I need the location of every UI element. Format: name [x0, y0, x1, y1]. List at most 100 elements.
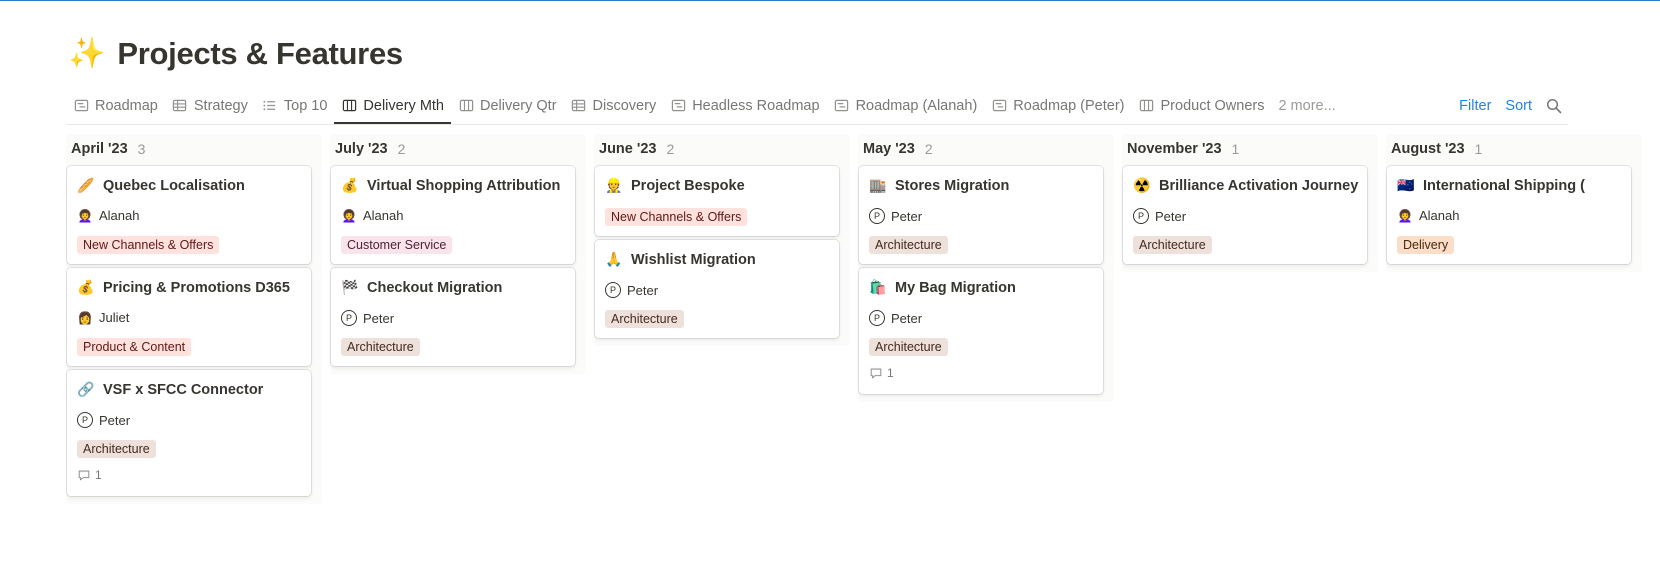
card-owner: P Peter: [77, 412, 130, 428]
owner-name: Juliet: [99, 310, 130, 325]
tab-delivery-mth[interactable]: Delivery Mth: [334, 88, 451, 124]
column-header[interactable]: November '23 1: [1122, 134, 1378, 164]
column-count: 2: [397, 141, 406, 157]
board-column-june-23: June '23 2 👷 Project Bespoke New Channels & …: [594, 134, 850, 346]
card-emoji-icon: 🔗: [77, 381, 95, 397]
avatar: 👩‍🦱: [77, 208, 93, 223]
tab-label: Roadmap: [95, 97, 158, 114]
column-title: November '23: [1127, 141, 1222, 157]
card-emoji-icon: 🏬: [869, 177, 887, 193]
card-title-row: 👷 Project Bespoke: [605, 177, 745, 194]
comment-count-value: 1: [887, 366, 894, 380]
column-header[interactable]: August '23 1: [1386, 134, 1642, 164]
board-card[interactable]: 💰 Pricing & Promotions D365 👩 Juliet Product…: [67, 268, 311, 366]
comment-count: 1: [869, 366, 894, 380]
owner-name: Peter: [1155, 208, 1187, 224]
board-card[interactable]: 👷 Project Bespoke New Channels & Offers: [595, 166, 839, 236]
card-title: Project Bespoke: [631, 177, 745, 194]
card-emoji-icon: 💰: [341, 177, 359, 193]
comment-icon: [78, 470, 90, 481]
avatar: P: [869, 208, 885, 224]
category-tag: Architecture: [77, 440, 156, 458]
column-header[interactable]: May '23 2: [858, 134, 1114, 164]
tab-label: Roadmap (Peter): [1013, 97, 1125, 114]
card-title: International Shipping (: [1423, 177, 1585, 194]
avatar: P: [605, 282, 621, 298]
column-count: 1: [1474, 141, 1483, 157]
board-card[interactable]: 💰 Virtual Shopping Attribution 👩‍🦱 Alanah Cu…: [331, 166, 575, 264]
card-owner: P Peter: [869, 310, 922, 326]
card-owner: 👩 Juliet: [77, 310, 130, 325]
tab-label: Headless Roadmap: [692, 97, 820, 114]
comment-count: 1: [77, 468, 102, 482]
category-tag: New Channels & Offers: [77, 236, 220, 254]
card-emoji-icon: 🇳🇿: [1397, 177, 1415, 193]
tab-roadmap-peter[interactable]: Roadmap (Peter): [984, 88, 1131, 123]
card-emoji-icon: 🛍️: [869, 279, 887, 295]
category-tag: Architecture: [869, 338, 948, 356]
card-owner: 👩‍🦱 Alanah: [1397, 208, 1460, 223]
board-card[interactable]: 🔗 VSF x SFCC Connector P Peter Architecture 1: [67, 370, 311, 496]
card-title: Virtual Shopping Attribution: [367, 177, 561, 194]
avatar: 👩‍🦱: [341, 208, 357, 223]
comment-icon: [870, 368, 882, 379]
tab-label: Delivery Mth: [363, 97, 444, 114]
owner-name: Alanah: [363, 208, 404, 223]
tab-label: Delivery Qtr: [480, 97, 557, 114]
avatar: P: [869, 310, 885, 326]
avatar: P: [341, 310, 357, 326]
search-icon[interactable]: [1546, 98, 1562, 114]
board-card[interactable]: 🙏 Wishlist Migration P Peter Architecture: [595, 240, 839, 338]
view-tabs: Roadmap Strategy Top 10 Delivery Mth Deliver…: [66, 88, 1343, 124]
column-count: 2: [924, 141, 933, 157]
board-card[interactable]: 🏬 Stores Migration P Peter Architecture: [859, 166, 1103, 264]
tab-roadmap-alanah[interactable]: Roadmap (Alanah): [827, 88, 985, 123]
avatar: 👩‍🦱: [1397, 208, 1413, 223]
tab-headless-roadmap[interactable]: Headless Roadmap: [663, 88, 826, 123]
tab-roadmap[interactable]: Roadmap: [66, 88, 165, 123]
more-views-button[interactable]: 2 more...: [1271, 88, 1342, 123]
board-card[interactable]: 🥖 Quebec Localisation 👩‍🦱 Alanah New Channel…: [67, 166, 311, 264]
column-header[interactable]: June '23 2: [594, 134, 850, 164]
tab-product-owners[interactable]: Product Owners: [1132, 88, 1272, 123]
card-emoji-icon: 👷: [605, 177, 623, 193]
tab-label: Roadmap (Alanah): [855, 97, 978, 114]
column-count: 3: [137, 141, 146, 157]
board-card[interactable]: ☢️ Brilliance Activation Journey P Peter Arc…: [1123, 166, 1367, 264]
column-count: 1: [1231, 141, 1240, 157]
card-title: Checkout Migration: [367, 279, 503, 296]
card-emoji-icon: 💰: [77, 279, 95, 295]
tab-delivery-qtr[interactable]: Delivery Qtr: [451, 88, 564, 123]
table-icon: [571, 98, 587, 114]
owner-name: Alanah: [1419, 208, 1460, 223]
tab-strategy[interactable]: Strategy: [165, 88, 255, 123]
board-card[interactable]: 🇳🇿 International Shipping (👩‍🦱 Alanah Deliv…: [1387, 166, 1631, 264]
tab-discovery[interactable]: Discovery: [564, 88, 664, 123]
column-header[interactable]: April '23 3: [66, 134, 322, 164]
board-card[interactable]: 🛍️ My Bag Migration P Peter Architecture 1: [859, 268, 1103, 394]
card-title-row: 🙏 Wishlist Migration: [605, 251, 755, 268]
card-title-row: 🇳🇿 International Shipping (: [1397, 177, 1585, 194]
column-title: April '23: [71, 141, 128, 157]
board-card[interactable]: 🏁 Checkout Migration P Peter Architecture: [331, 268, 575, 366]
board-column-august-23: August '23 1 🇳🇿 International Shipping ( 👩‍🦱…: [1386, 134, 1642, 272]
timeline-icon: [73, 98, 89, 114]
card-owner: P Peter: [869, 208, 922, 224]
column-title: July '23: [335, 141, 388, 157]
view-tab-bar: Roadmap Strategy Top 10 Delivery Mth Deliver…: [66, 88, 1568, 125]
card-title: My Bag Migration: [895, 279, 1016, 296]
sort-button[interactable]: Sort: [1505, 98, 1532, 114]
card-emoji-icon: 🥖: [77, 177, 95, 193]
column-header[interactable]: July '23 2: [330, 134, 586, 164]
board-column-april-23: April '23 3 🥖 Quebec Localisation 👩‍🦱 Alanah N…: [66, 134, 322, 504]
tab-top-10[interactable]: Top 10: [255, 88, 335, 123]
card-title: VSF x SFCC Connector: [103, 381, 264, 398]
filter-button[interactable]: Filter: [1459, 98, 1491, 114]
list-icon: [262, 98, 278, 114]
board-icon: [458, 98, 474, 114]
card-title-row: 🛍️ My Bag Migration: [869, 279, 1016, 296]
sparkles-icon: ✨: [68, 37, 106, 70]
card-title-row: 💰 Virtual Shopping Attribution: [341, 177, 560, 194]
card-emoji-icon: 🏁: [341, 279, 359, 295]
window-top-border: [0, 0, 1660, 1]
